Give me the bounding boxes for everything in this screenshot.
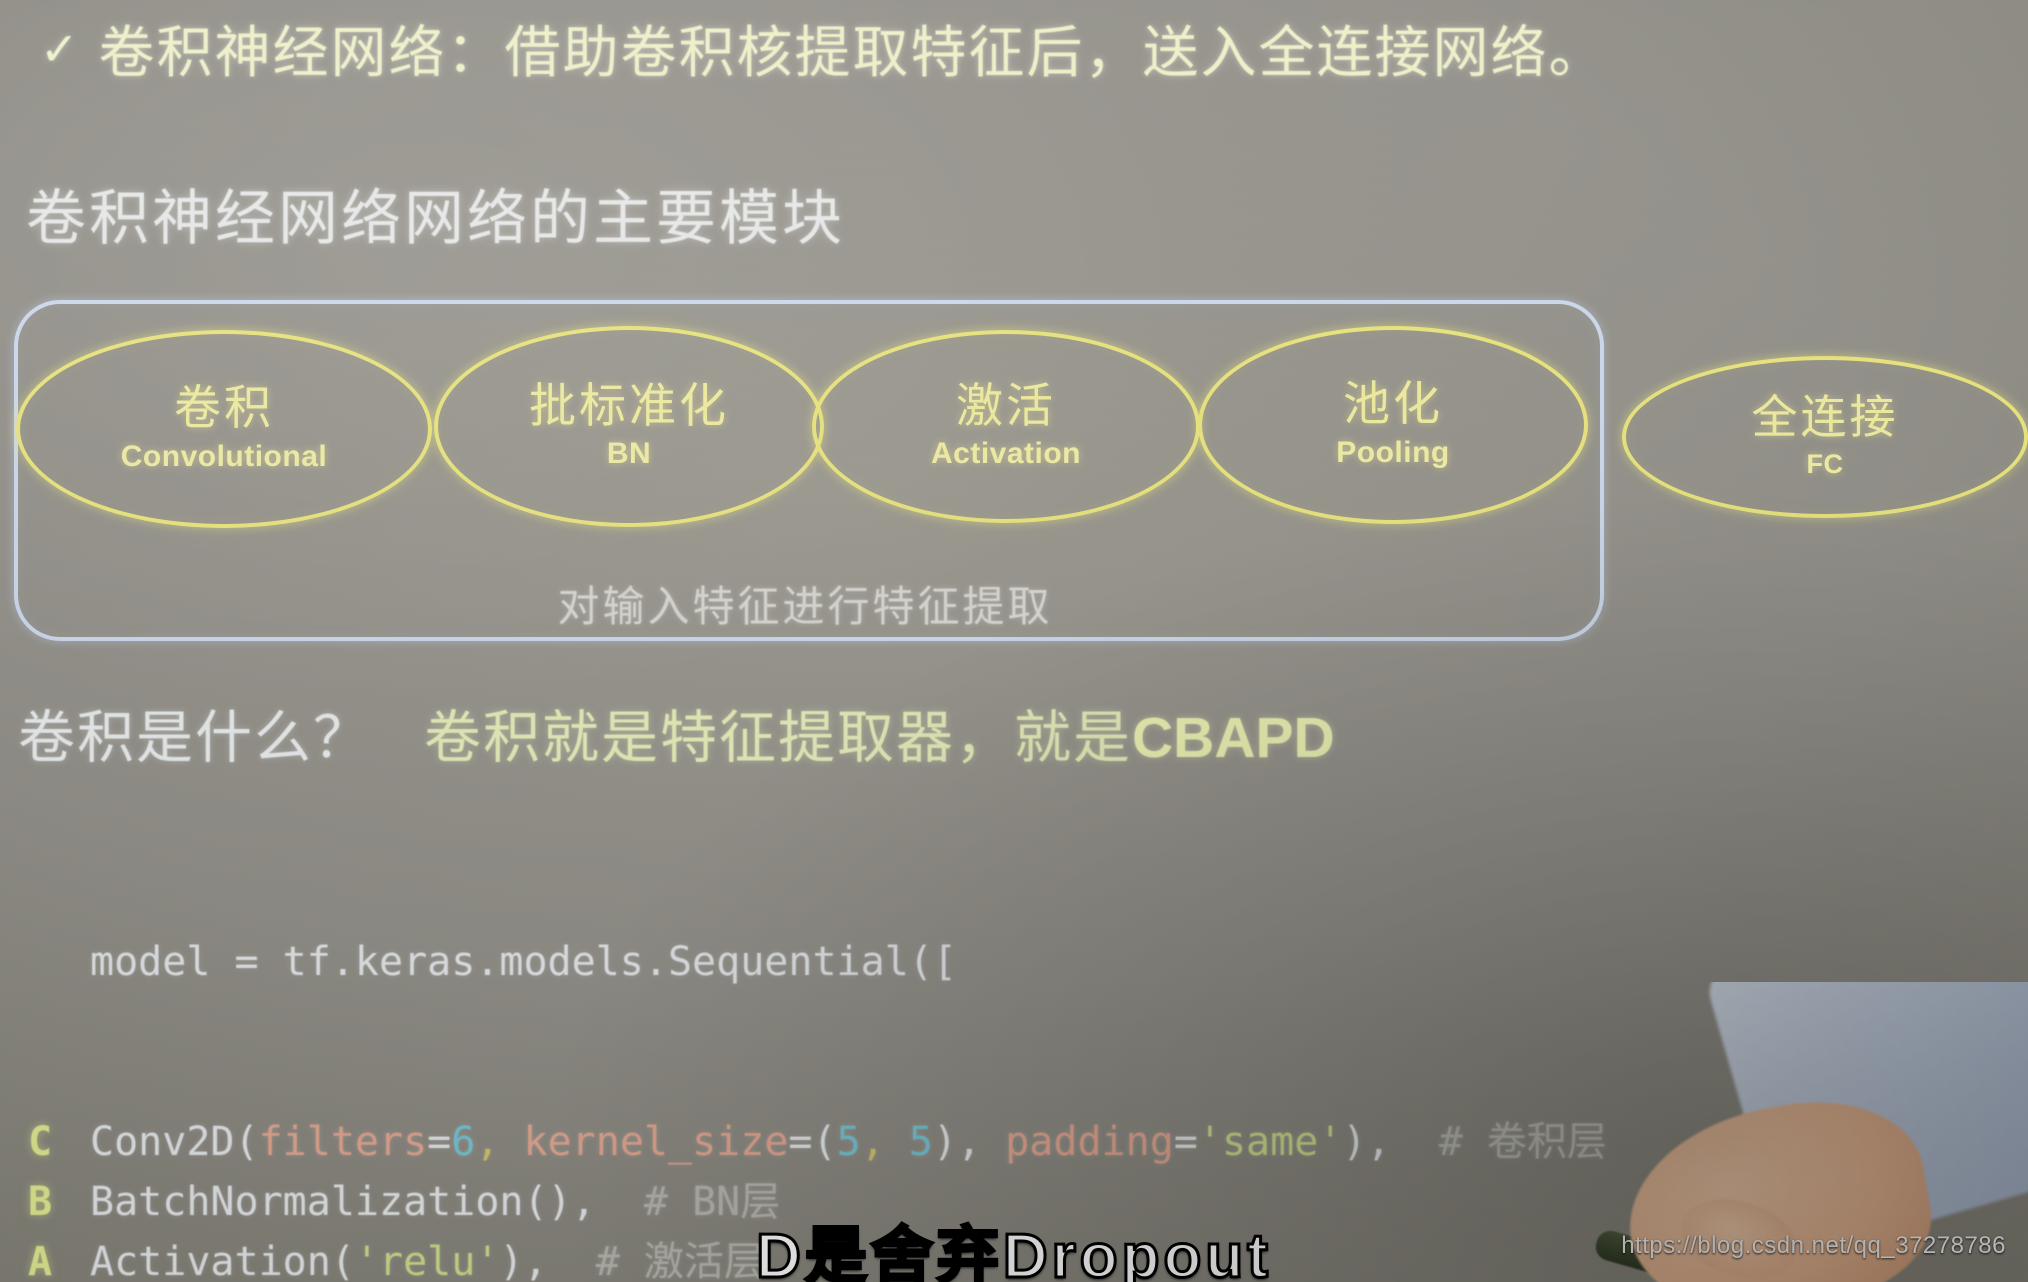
code-token-plain: ), — [932, 1119, 1006, 1165]
module-ellipse-activation: 激活 Activation — [812, 330, 1200, 523]
module-label-en: Pooling — [1336, 435, 1450, 469]
module-label-en: FC — [1806, 448, 1844, 479]
code-token-comma: , — [860, 1119, 909, 1165]
code-token-kwarg: padding — [1005, 1119, 1174, 1165]
module-label-en: BN — [606, 437, 652, 471]
module-label-cn: 批标准化 — [529, 378, 729, 432]
watermark-url: https://blog.csdn.net/qq_37278786 — [1621, 1232, 2006, 1259]
code-text: model = tf.keras.models.Sequential([ — [90, 939, 957, 985]
bullet-line: ✓ 卷积神经网络：借助卷积核提取特征后，送入全连接网络。 — [40, 8, 1607, 89]
conv-question-text: 卷积是什么？ — [18, 706, 372, 770]
section-heading: 卷积神经网络网络的主要模块 — [26, 185, 845, 252]
conv-answer-prefix: 卷积就是特征提取器，就是 — [424, 706, 1132, 770]
module-ellipse-convolutional: 卷积 Convolutional — [16, 330, 432, 528]
code-token-kwarg: kernel_size — [523, 1119, 789, 1165]
module-ellipse-pooling: 池化 Pooling — [1198, 326, 1588, 524]
module-box-caption: 对输入特征进行特征提取 — [557, 583, 1053, 630]
code-token-num: 5 — [908, 1119, 933, 1165]
code-token-plain: = — [427, 1119, 452, 1165]
code-token-kwarg: filters — [258, 1119, 428, 1165]
code-token-num: 6 — [451, 1119, 476, 1165]
conv-answer-keyword: CBAPD — [1132, 706, 1335, 770]
conv-question-line: 卷积是什么？ 卷积就是特征提取器，就是CBAPD — [18, 692, 1335, 774]
code-token-plain: Conv2D( — [90, 1119, 259, 1165]
code-token-num: 5 — [836, 1119, 861, 1165]
code-row: C Conv2D(filters=6, kernel_size=(5, 5), p… — [28, 1112, 1631, 1172]
code-token-comma: , — [475, 1119, 524, 1165]
module-label-cn: 激活 — [956, 378, 1056, 432]
code-token-plain: = — [1173, 1119, 1198, 1165]
slide-photo: ✓ 卷积神经网络：借助卷积核提取特征后，送入全连接网络。 卷积神经网络网络的主要… — [0, 0, 2028, 1282]
module-ellipse-fullyconnected: 全连接 FC — [1622, 356, 2028, 518]
module-label-cn: 池化 — [1343, 377, 1443, 431]
conv-answer-text: 卷积就是特征提取器，就是CBAPD — [424, 692, 1335, 774]
bullet-text: 卷积神经网络：借助卷积核提取特征后，送入全连接网络。 — [98, 21, 1607, 84]
module-label-cn: 卷积 — [174, 381, 274, 435]
module-ellipse-batchnorm: 批标准化 BN — [434, 326, 824, 527]
code-text: Conv2D(filters=6, kernel_size=(5, 5), pa… — [90, 1112, 1607, 1172]
code-token-str: 'same' — [1197, 1119, 1343, 1165]
code-gutter-letter: C — [28, 1119, 53, 1165]
code-token-plain: =( — [788, 1119, 837, 1165]
code-token-plain: ), — [1342, 1119, 1391, 1165]
check-mark-icon: ✓ — [40, 22, 81, 75]
module-label-en: Activation — [930, 437, 1082, 471]
module-label-cn: 全连接 — [1751, 391, 1899, 444]
code-row-header: model = tf.keras.models.Sequential([ — [28, 932, 1631, 992]
module-label-en: Convolutional — [120, 439, 328, 473]
